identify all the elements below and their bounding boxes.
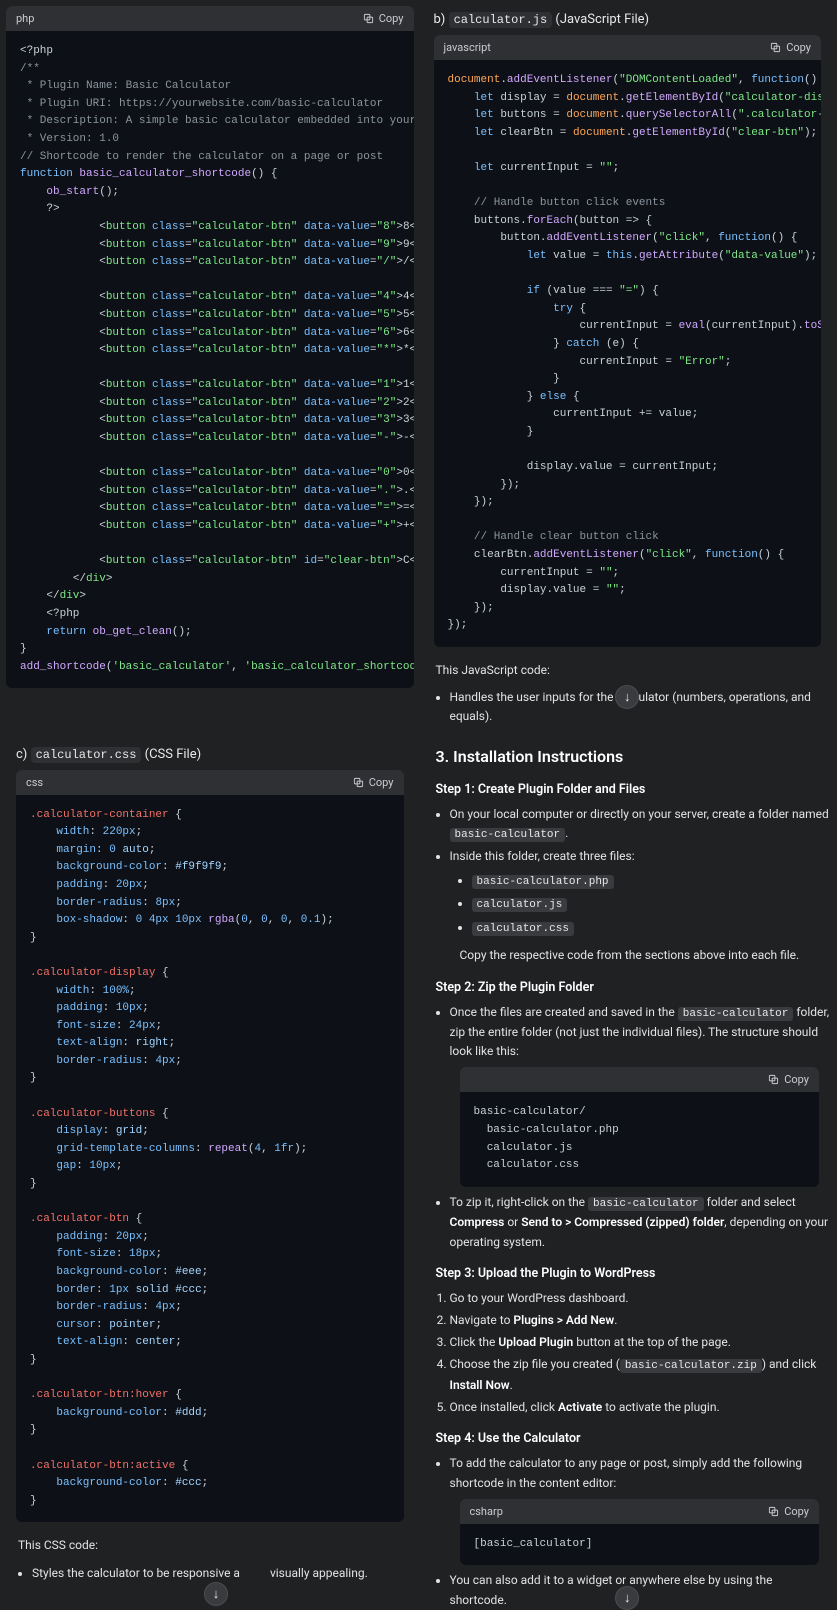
filename-code: calculator.js: [449, 12, 553, 28]
code-header: php Copy: [6, 6, 414, 31]
scroll-down-button[interactable]: ↓: [204, 1582, 228, 1606]
copy-icon: [768, 1074, 779, 1085]
inline-code: calculator.js: [472, 898, 568, 912]
inline-code: basic-calculator: [450, 828, 566, 842]
copy-icon: [768, 1506, 779, 1517]
code-header: css Copy: [16, 770, 404, 795]
code-content-css[interactable]: .calculator-container { width: 220px; ma…: [16, 795, 404, 1523]
code-lang-label: php: [16, 12, 34, 25]
arrow-down-icon: ↓: [624, 1590, 631, 1606]
step2-list: Once the files are created and saved in …: [424, 1003, 832, 1062]
code-content-shortcode[interactable]: [basic_calculator]: [460, 1524, 820, 1566]
list-item: Styles the calculator to be responsive a…: [32, 1564, 414, 1583]
panel-c-title: c) calculator.css (CSS File): [6, 741, 414, 770]
code-header: csharp Copy: [460, 1499, 820, 1524]
panel-d-instructions: 3. Installation Instructions Step 1: Cre…: [424, 741, 832, 1610]
list-item: calculator.js: [472, 894, 832, 915]
code-lang-label: javascript: [444, 41, 491, 54]
code-block-structure: Copy basic-calculator/ basic-calculator.…: [460, 1067, 820, 1186]
panel-c-after-text: This CSS code:: [6, 1532, 414, 1559]
step1-after: Copy the respective code from the sectio…: [424, 942, 832, 969]
filename-code: calculator.css: [31, 747, 142, 763]
panel-c-bullets: Styles the calculator to be responsive a…: [6, 1564, 414, 1583]
inline-code: basic-calculator.zip: [620, 1359, 762, 1373]
copy-button[interactable]: Copy: [353, 776, 394, 789]
code-block-php: php Copy <?php /** * Plugin Name: Basic …: [6, 6, 414, 688]
list-item: Choose the zip file you created (basic-c…: [450, 1355, 832, 1395]
list-item: Inside this folder, create three files:: [450, 847, 832, 866]
list-item: Go to your WordPress dashboard.: [450, 1289, 832, 1308]
copy-button[interactable]: Copy: [768, 1505, 809, 1518]
code-content-php[interactable]: <?php /** * Plugin Name: Basic Calculato…: [6, 31, 414, 688]
step1-list: On your local computer or directly on yo…: [424, 805, 832, 867]
code-header: javascript Copy: [434, 35, 822, 60]
list-item: To add the calculator to any page or pos…: [450, 1454, 832, 1492]
list-item: To zip it, right-click on the basic-calc…: [450, 1193, 832, 1252]
list-item: calculator.css: [472, 918, 832, 939]
copy-button[interactable]: Copy: [770, 41, 811, 54]
list-item: You can also add it to a widget or anywh…: [450, 1571, 832, 1609]
code-block-js: javascript Copy document.addEventListene…: [434, 35, 822, 647]
code-block-css: css Copy .calculator-container { width: …: [16, 770, 404, 1523]
list-item: Handles the user inputs for the calculat…: [450, 688, 832, 726]
code-header: Copy: [460, 1067, 820, 1092]
list-item: Once the files are created and saved in …: [450, 1003, 832, 1062]
arrow-down-icon: ↓: [624, 689, 631, 705]
step-heading: Step 2: Zip the Plugin Folder: [424, 970, 832, 999]
step3-list: Go to your WordPress dashboard. Navigate…: [424, 1289, 832, 1418]
copy-button[interactable]: Copy: [363, 12, 404, 25]
inline-code: calculator.css: [472, 922, 574, 936]
scroll-down-button[interactable]: ↓: [615, 1586, 639, 1610]
list-item: Navigate to Plugins > Add New.: [450, 1311, 832, 1330]
code-content-js[interactable]: document.addEventListener("DOMContentLoa…: [434, 60, 822, 647]
step1-files-list: basic-calculator.php calculator.js calcu…: [446, 871, 832, 939]
copy-icon: [363, 13, 374, 24]
panel-a-php: php Copy <?php /** * Plugin Name: Basic …: [6, 6, 414, 731]
section-heading: 3. Installation Instructions: [424, 741, 832, 772]
code-lang-label: csharp: [470, 1505, 503, 1518]
code-lang-label: css: [26, 776, 43, 789]
scroll-down-button[interactable]: ↓: [615, 685, 639, 709]
panel-b-after-text: This JavaScript code:: [424, 657, 832, 684]
list-item: On your local computer or directly on yo…: [450, 805, 832, 845]
step4-list: To add the calculator to any page or pos…: [424, 1454, 832, 1492]
list-item: Click the Upload Plugin button at the to…: [450, 1333, 832, 1352]
inline-code: basic-calculator.php: [472, 875, 614, 889]
copy-icon: [770, 42, 781, 53]
step2-list-2: To zip it, right-click on the basic-calc…: [424, 1193, 832, 1252]
list-item: Once installed, click Activate to activa…: [450, 1398, 832, 1417]
arrow-down-icon: ↓: [213, 1586, 220, 1602]
code-block-shortcode: csharp Copy [basic_calculator]: [460, 1499, 820, 1566]
panel-b-js: b) calculator.js (JavaScript File) javas…: [424, 6, 832, 731]
inline-code: basic-calculator: [678, 1007, 794, 1021]
step-heading: Step 3: Upload the Plugin to WordPress: [424, 1256, 832, 1285]
panel-c-css: c) calculator.css (CSS File) css Copy .c…: [6, 741, 414, 1610]
inline-code: basic-calculator: [588, 1197, 704, 1211]
step-heading: Step 1: Create Plugin Folder and Files: [424, 772, 832, 801]
list-item: basic-calculator.php: [472, 871, 832, 892]
code-content-structure[interactable]: basic-calculator/ basic-calculator.php c…: [460, 1092, 820, 1186]
step-heading: Step 4: Use the Calculator: [424, 1421, 832, 1450]
copy-icon: [353, 777, 364, 788]
panel-b-title: b) calculator.js (JavaScript File): [424, 6, 832, 35]
copy-button[interactable]: Copy: [768, 1073, 809, 1086]
